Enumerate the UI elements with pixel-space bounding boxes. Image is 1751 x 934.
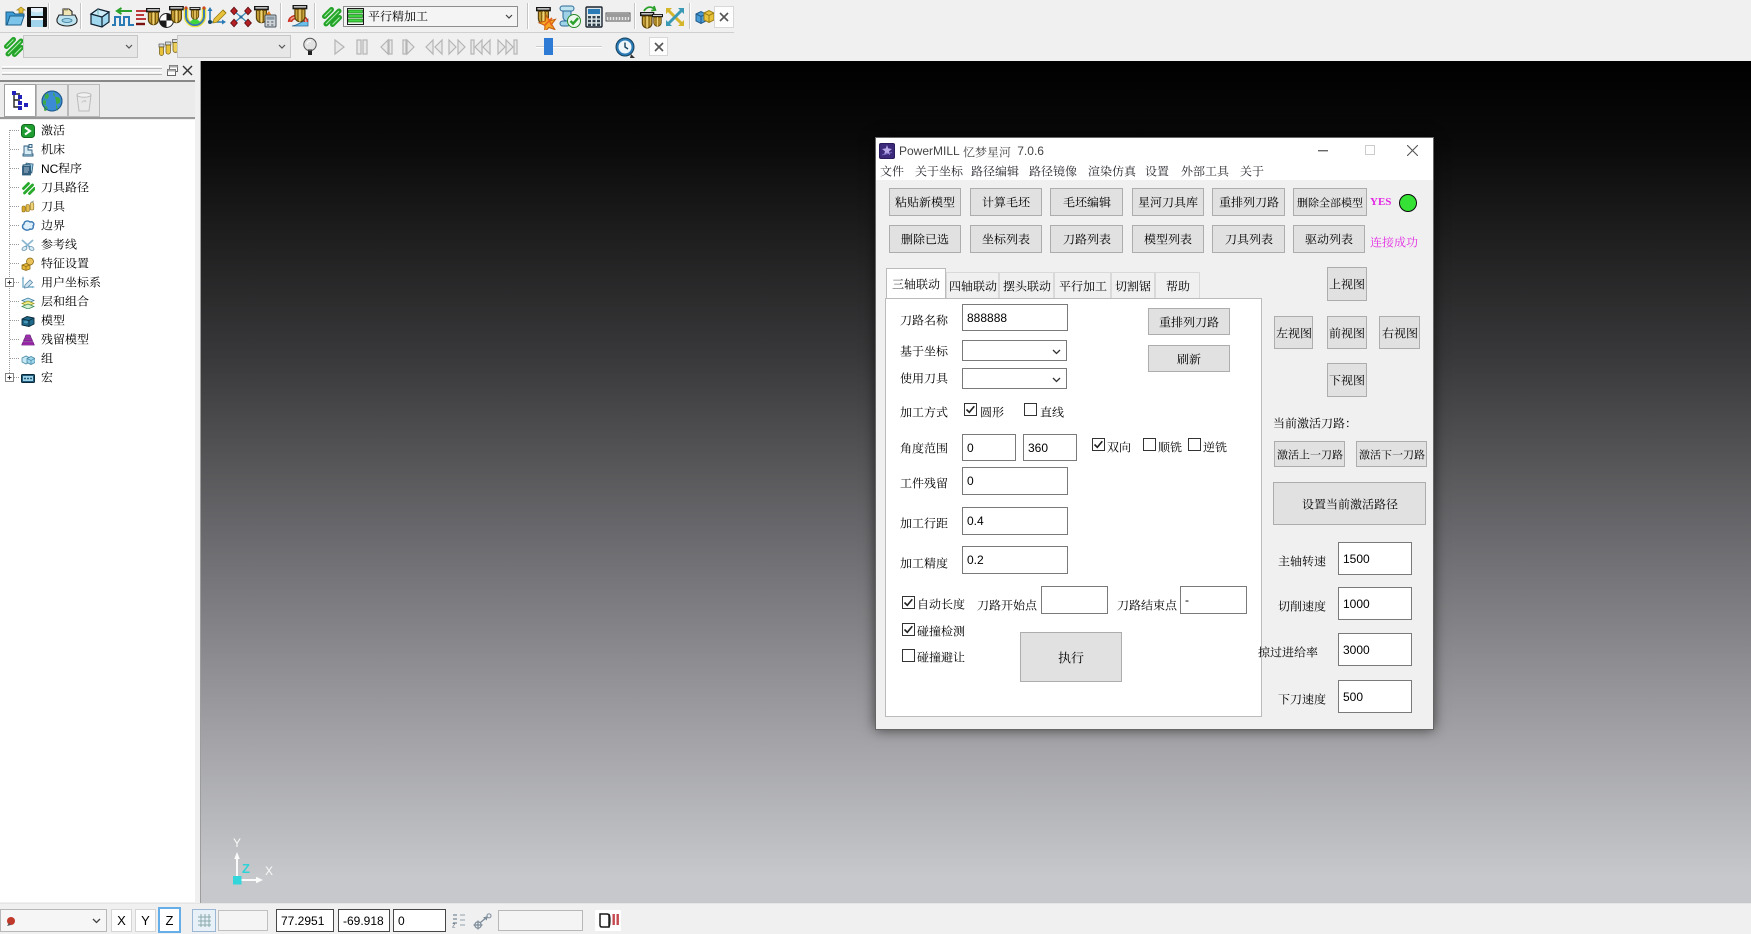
svg-text:z: z [452,923,456,929]
svg-text:X: X [265,864,273,878]
svg-text:Z: Z [242,861,250,876]
svg-text:Y: Y [233,836,241,850]
